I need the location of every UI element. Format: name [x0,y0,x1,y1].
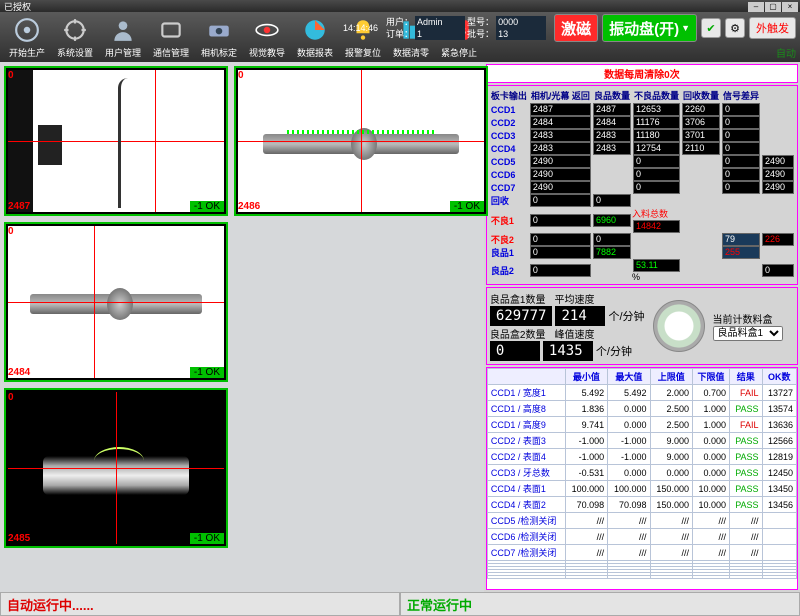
close-button[interactable]: × [782,2,798,12]
clock: 14:14:46 [343,23,378,33]
tool-camcal[interactable]: 相机标定 [196,16,242,59]
settings-button[interactable]: ⚙ [725,18,745,38]
toolbar: 开始生产 系统设置 用户管理 通信管理 相机标定 视觉教导 数据报表 报警复位 … [0,12,800,62]
camera-panel: 02487-1 OK 02486-1 OK 02484-1 OK 02485-1… [0,62,484,592]
bin-select[interactable]: 良品料盒1 [713,326,783,341]
bin1-count: 629777 [490,306,553,326]
demag-button[interactable]: 激磁 [554,14,598,42]
speed-panel: 良品盒1数量 平均速度 629777214个/分钟 良品盒2数量 峰值速度 01… [486,287,798,365]
model-field [496,16,546,28]
bin2-count: 0 [490,341,540,361]
result-grid[interactable]: 最小值最大值上限值下限值结果OK数CCD1 / 宽度15.4925.4922.0… [486,367,798,590]
camera-view-2[interactable]: 02486-1 OK [234,66,488,216]
tool-teach[interactable]: 视觉教导 [244,16,290,59]
status-left: 自动运行中...... [0,592,400,616]
camera-view-4[interactable]: 02485-1 OK [4,388,228,548]
tool-report[interactable]: 数据报表 [292,16,338,59]
titlebar: 已授权 [0,0,800,12]
min-button[interactable]: – [748,2,764,12]
stats-table: 板卡输出相机/光幕 返回良品数量不良品数量回收数量信号差异CCD12487248… [486,85,798,285]
camera-view-3[interactable]: 02484-1 OK [4,222,228,382]
ext-trigger[interactable]: 外触发 [749,17,796,39]
tool-user[interactable]: 用户管理 [100,16,146,59]
vibrate-button[interactable]: 振动盘(开)▼ [602,14,697,42]
tool-start[interactable]: 开始生产 [4,16,50,59]
speed-gauge [653,300,705,352]
user-field [415,16,465,28]
tool-system[interactable]: 系统设置 [52,16,98,59]
order-field [415,28,465,40]
confirm-button[interactable]: ✔ [701,18,721,38]
batch-field [496,28,546,40]
max-button[interactable]: ▢ [765,2,781,12]
status-bar: 自动运行中...... 正常运行中 [0,592,800,616]
auto-label: 自动 [776,45,796,60]
stats-header: 数据每周清除0次 [486,64,798,83]
status-right: 正常运行中 [400,592,800,616]
tool-comm[interactable]: 通信管理 [148,16,194,59]
camera-view-1[interactable]: 02487-1 OK [4,66,228,216]
